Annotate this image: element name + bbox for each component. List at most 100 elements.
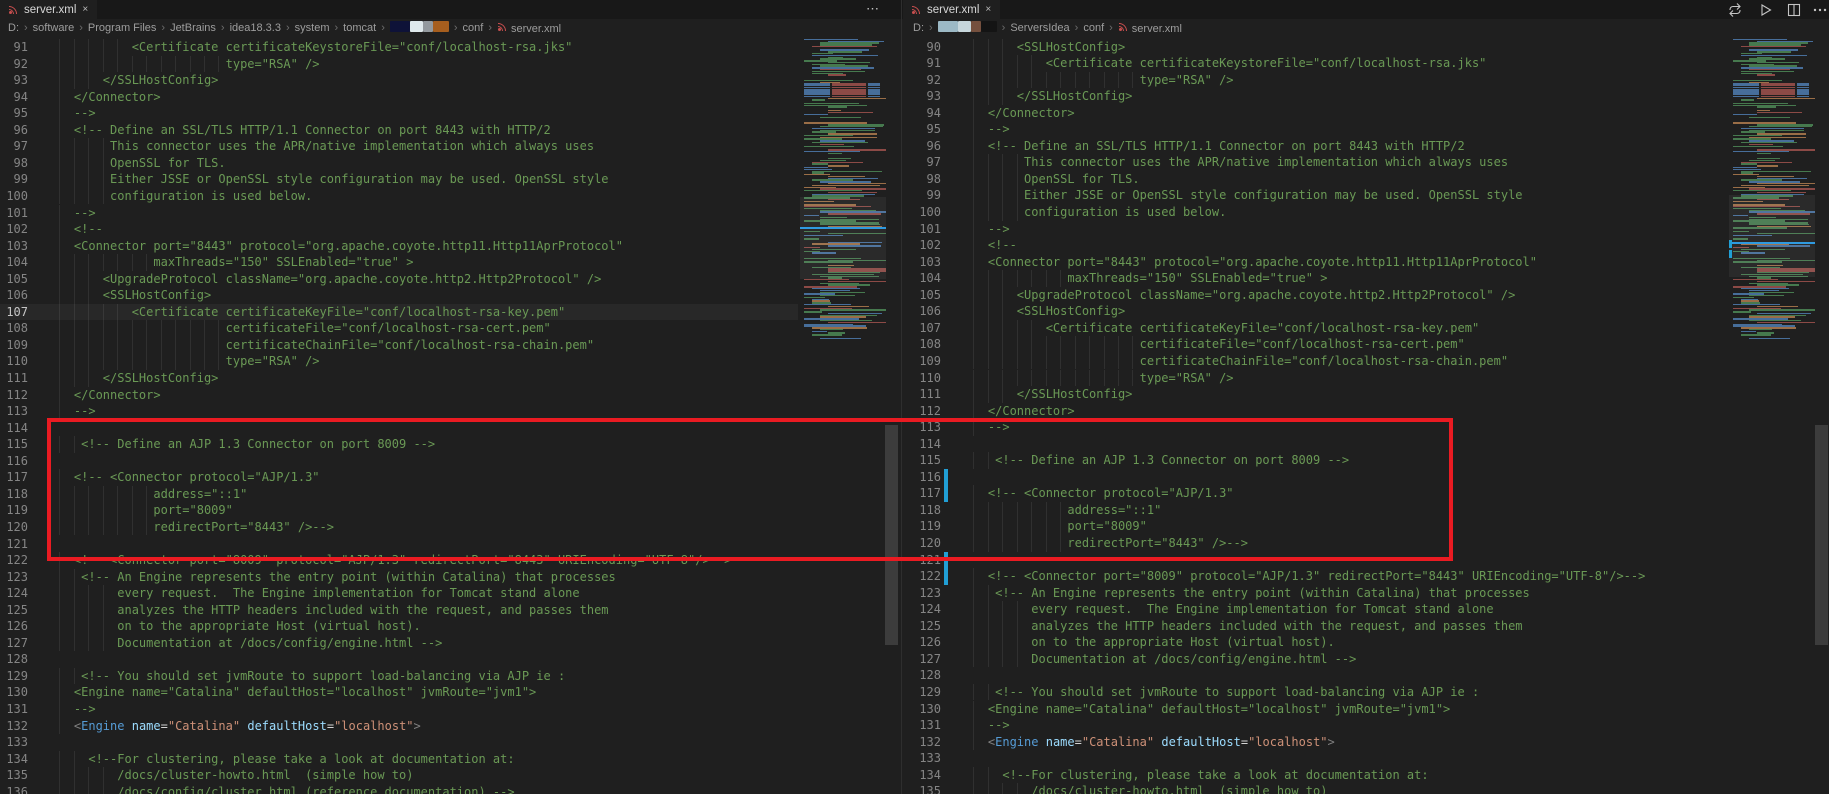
line-number[interactable]: 132 [0,718,28,735]
line-number[interactable]: 130 [0,684,28,701]
code-line[interactable]: <Certificate certificateKeystoreFile="co… [959,55,1486,72]
code-line[interactable]: configuration is used below. [959,204,1226,221]
more-actions-icon[interactable] [1812,2,1828,18]
line-number[interactable]: 124 [0,585,28,602]
editor-left[interactable]: 91 <Certificate certificateKeystoreFile=… [0,37,798,794]
line-number[interactable]: 107 [904,320,941,337]
line-number[interactable]: 121 [0,536,28,553]
code-line[interactable]: port="8009" [959,518,1147,535]
code-line[interactable]: <!-- You should set jvmRoute to support … [45,668,565,685]
line-number[interactable]: 105 [904,287,941,304]
code-line[interactable]: </SSLHostConfig> [959,88,1132,105]
close-tab-icon[interactable]: × [984,4,992,15]
code-line[interactable]: <Engine name="Catalina" defaultHost="loc… [959,701,1450,718]
code-line[interactable]: type="RSA" /> [959,370,1234,387]
line-number[interactable]: 118 [0,486,28,503]
breadcrumb-segment[interactable]: tomcat [343,22,376,34]
scrollbar-thumb-right[interactable] [1815,425,1828,645]
line-number[interactable]: 115 [0,436,28,453]
breadcrumb-segment[interactable]: system [295,22,330,34]
code-line[interactable]: type="RSA" /> [959,72,1234,89]
line-number[interactable]: 109 [0,337,28,354]
line-number[interactable]: 120 [904,535,941,552]
split-editor-icon[interactable] [1786,2,1802,18]
code-line[interactable]: certificateChainFile="conf/localhost-rsa… [959,353,1508,370]
line-number[interactable]: 126 [0,618,28,635]
code-line[interactable]: <!-- [45,221,103,238]
line-number[interactable]: 97 [0,138,28,155]
code-line[interactable]: Either JSSE or OpenSSL style configurati… [45,171,609,188]
code-line[interactable]: <Certificate certificateKeystoreFile="co… [45,39,572,56]
breadcrumb-censored-segment[interactable] [390,21,449,35]
breadcrumb-segment[interactable]: JetBrains [170,22,216,34]
line-number[interactable]: 96 [0,122,28,139]
editor-group-divider[interactable] [901,0,902,794]
breadcrumb-segment[interactable]: server.xml [1118,21,1182,35]
line-number[interactable]: 95 [904,121,941,138]
code-line[interactable]: </SSLHostConfig> [959,386,1132,403]
minimap-viewport[interactable] [800,197,886,279]
scrollbar-thumb-left[interactable] [885,425,898,645]
line-number[interactable]: 129 [0,668,28,685]
line-number[interactable]: 130 [904,701,941,718]
breadcrumb-segment[interactable]: D: [8,22,19,34]
code-line[interactable]: on to the appropriate Host (virtual host… [959,634,1335,651]
line-number[interactable]: 102 [904,237,941,254]
code-line[interactable]: <!-- <Connector port="8009" protocol="AJ… [959,568,1645,585]
code-line[interactable]: <!-- You should set jvmRoute to support … [959,684,1479,701]
code-line[interactable]: <Engine name="Catalina" defaultHost="loc… [959,734,1335,751]
line-number[interactable]: 125 [904,618,941,635]
code-line[interactable]: --> [959,419,1010,436]
line-number[interactable]: 103 [0,238,28,255]
line-number[interactable]: 108 [904,336,941,353]
code-line[interactable]: on to the appropriate Host (virtual host… [45,618,421,635]
line-number[interactable]: 93 [904,88,941,105]
code-line[interactable]: <Connector port="8443" protocol="org.apa… [45,238,623,255]
line-number[interactable]: 113 [0,403,28,420]
line-number[interactable]: 125 [0,602,28,619]
code-line[interactable]: </Connector> [959,403,1075,420]
line-number[interactable]: 123 [0,569,28,586]
line-number[interactable]: 105 [0,271,28,288]
line-number[interactable]: 134 [904,767,941,784]
code-line[interactable]: /docs/cluster-howto.html (simple how to) [959,783,1327,794]
line-number[interactable]: 112 [0,387,28,404]
code-line[interactable]: <!-- <Connector protocol="AJP/1.3" [959,485,1234,502]
line-number[interactable]: 96 [904,138,941,155]
code-line[interactable]: maxThreads="150" SSLEnabled="true" > [959,270,1327,287]
close-tab-icon[interactable]: × [81,4,89,15]
code-line[interactable]: maxThreads="150" SSLEnabled="true" > [45,254,413,271]
line-number[interactable]: 133 [904,750,941,767]
line-number[interactable]: 99 [904,187,941,204]
line-number[interactable]: 112 [904,403,941,420]
more-tabs-button[interactable]: ⋯ [866,1,880,17]
code-line[interactable]: Documentation at /docs/config/engine.htm… [959,651,1356,668]
code-line[interactable]: This connector uses the APR/native imple… [959,154,1508,171]
line-number[interactable]: 121 [904,552,941,569]
breadcrumb-segment[interactable]: D: [913,22,924,34]
editor-right[interactable]: 90 <SSLHostConfig>91 <Certificate certif… [902,37,1729,794]
tab-server-xml-right[interactable]: server.xml × [903,0,1000,19]
code-line[interactable]: analyzes the HTTP headers included with … [45,602,609,619]
line-number[interactable]: 118 [904,502,941,519]
line-number[interactable]: 94 [0,89,28,106]
line-number[interactable]: 110 [0,353,28,370]
code-line[interactable]: <SSLHostConfig> [959,303,1125,320]
open-changes-icon[interactable] [1727,2,1743,18]
code-line[interactable]: every request. The Engine implementation… [959,601,1494,618]
code-line[interactable]: redirectPort="8443" />--> [45,519,334,536]
line-number[interactable]: 95 [0,105,28,122]
line-number[interactable]: 129 [904,684,941,701]
line-number[interactable]: 116 [904,469,941,486]
code-line[interactable]: port="8009" [45,502,233,519]
line-number[interactable]: 100 [0,188,28,205]
code-line[interactable]: configuration is used below. [45,188,312,205]
line-number[interactable]: 132 [904,734,941,751]
minimap-left[interactable] [800,37,886,794]
code-line[interactable]: </SSLHostConfig> [45,370,218,387]
code-line[interactable]: --> [45,403,96,420]
code-line[interactable]: certificateChainFile="conf/localhost-rsa… [45,337,594,354]
line-number[interactable]: 104 [0,254,28,271]
code-line[interactable]: <!-- Define an AJP 1.3 Connector on port… [959,452,1349,469]
code-line[interactable]: type="RSA" /> [45,56,320,73]
